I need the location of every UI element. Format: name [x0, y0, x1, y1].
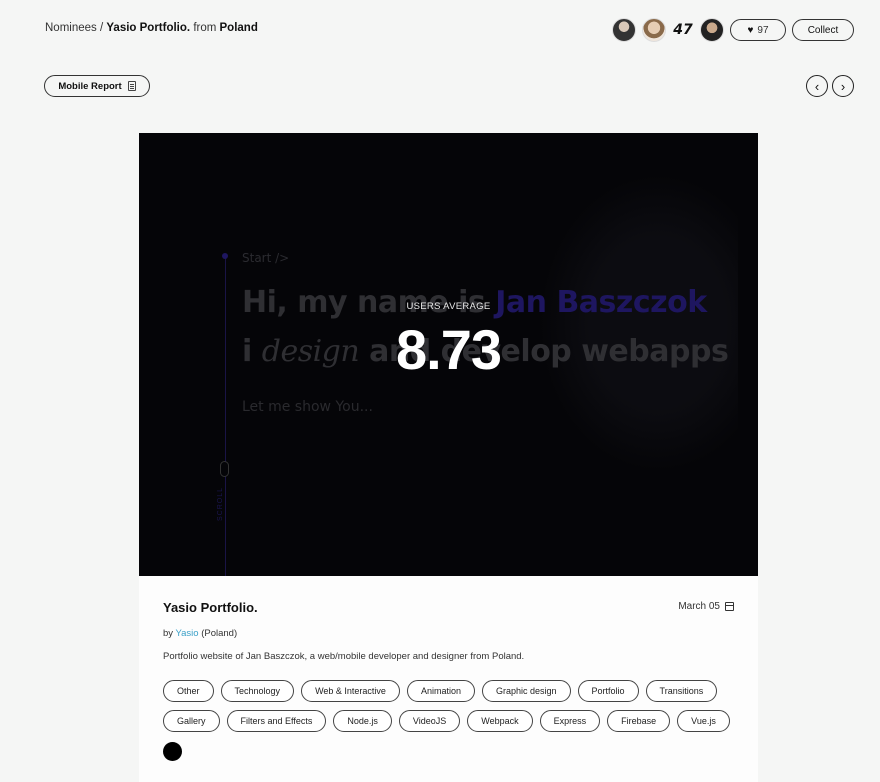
tag-webpack[interactable]: Webpack: [467, 710, 533, 732]
tag-nodejs[interactable]: Node.js: [333, 710, 392, 732]
tag-firebase[interactable]: Firebase: [607, 710, 671, 732]
site-preview[interactable]: Start /> Hi, my name is Jan Baszczok i d…: [139, 133, 758, 576]
avatar[interactable]: [700, 18, 724, 42]
tag-technology[interactable]: Technology: [220, 680, 295, 702]
document-icon: [127, 81, 136, 91]
site-navigation: ‹ ›: [806, 75, 854, 97]
mobile-report-button[interactable]: Mobile Report: [44, 75, 150, 97]
tag-transitions[interactable]: Transitions: [645, 680, 718, 702]
tag-express[interactable]: Express: [539, 710, 601, 732]
next-site-button[interactable]: ›: [832, 75, 854, 97]
users-average-score: 8.73: [396, 318, 502, 381]
tag-row-1: Other Technology Web & Interactive Anima…: [163, 680, 743, 702]
scroll-indicator-icon: [220, 461, 229, 477]
author-link[interactable]: Yasio: [176, 628, 199, 639]
tag-vuejs[interactable]: Vue.js: [677, 710, 730, 732]
breadcrumb-site: Yasio Portfolio.: [106, 22, 191, 34]
breadcrumb-from: from: [193, 22, 217, 34]
tag-portfolio[interactable]: Portfolio: [577, 680, 639, 702]
collect-button[interactable]: Collect: [792, 19, 854, 41]
breadcrumb-section[interactable]: Nominees: [45, 22, 97, 34]
timeline-dot: [222, 253, 228, 259]
avatar[interactable]: [642, 18, 666, 42]
tag-web-interactive[interactable]: Web & Interactive: [301, 680, 400, 702]
studio-logo[interactable]: 47: [672, 22, 694, 38]
breadcrumb-separator: /: [99, 22, 104, 34]
preview-start-text: Start />: [242, 251, 290, 265]
site-description: Portfolio website of Jan Baszczok, a web…: [163, 651, 525, 662]
like-button[interactable]: ♥ 97: [730, 19, 786, 41]
tag-filters-effects[interactable]: Filters and Effects: [226, 710, 327, 732]
tag-gallery[interactable]: Gallery: [163, 710, 220, 732]
author-line: by Yasio (Poland): [163, 628, 237, 639]
chevron-left-icon: ‹: [814, 78, 820, 94]
avatar[interactable]: [612, 18, 636, 42]
tag-other[interactable]: Other: [163, 680, 214, 702]
by-prefix: by: [163, 628, 174, 639]
site-date: March 05: [678, 601, 734, 612]
tag-videojs[interactable]: VideoJS: [398, 710, 461, 732]
scroll-text: SCROLL: [217, 486, 224, 521]
color-swatch[interactable]: [163, 742, 182, 761]
tag-list: Other Technology Web & Interactive Anima…: [163, 680, 743, 740]
tag-graphic-design[interactable]: Graphic design: [481, 680, 571, 702]
heart-icon: ♥: [747, 24, 754, 36]
calendar-icon: [725, 602, 734, 611]
tag-row-2: Gallery Filters and Effects Node.js Vide…: [163, 710, 743, 732]
mobile-report-label: Mobile Report: [58, 80, 122, 92]
chevron-right-icon: ›: [840, 78, 846, 94]
users-average-label: USERS AVERAGE: [406, 301, 491, 312]
site-title: Yasio Portfolio.: [163, 600, 258, 615]
author-country: (Poland): [201, 628, 238, 639]
breadcrumb: Nominees / Yasio Portfolio. from Poland: [45, 22, 258, 34]
site-info-card: Yasio Portfolio. March 05 by Yasio (Pola…: [139, 576, 758, 782]
tag-animation[interactable]: Animation: [406, 680, 475, 702]
preview-subtext: Let me show You...: [242, 399, 373, 415]
previous-site-button[interactable]: ‹: [806, 75, 828, 97]
like-count: 97: [757, 24, 769, 36]
date-text: March 05: [678, 601, 720, 612]
header-actions: 47 ♥ 97 Collect: [612, 18, 854, 42]
breadcrumb-country: Poland: [219, 22, 258, 34]
